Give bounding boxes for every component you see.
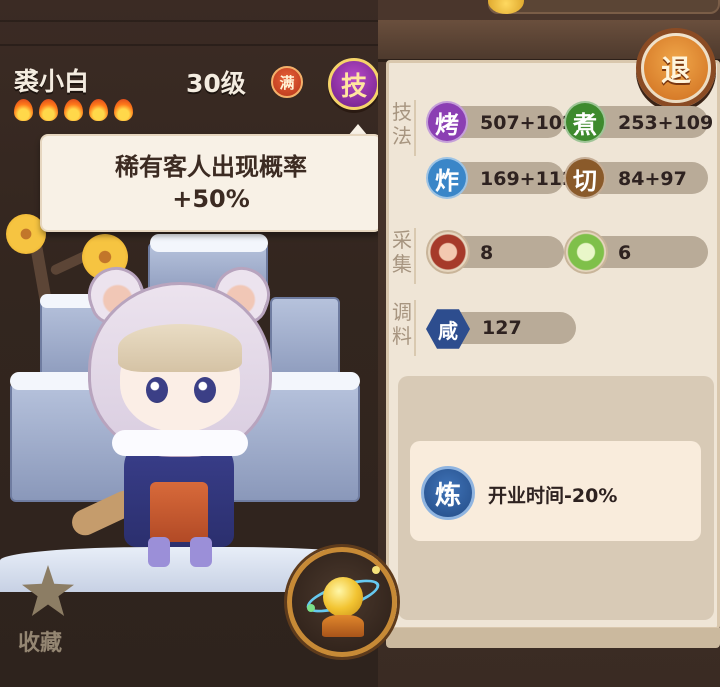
character-hair bbox=[118, 324, 242, 372]
wood-divider bbox=[0, 44, 385, 46]
exit-button[interactable]: 退 bbox=[636, 28, 716, 108]
flame-icon bbox=[64, 99, 83, 121]
section-label-text: 技 法 bbox=[392, 100, 412, 148]
character-level: 30级 bbox=[186, 69, 246, 98]
item-base-icon bbox=[322, 615, 364, 637]
flame-icon bbox=[39, 99, 58, 121]
item-orb-icon bbox=[323, 577, 363, 617]
character-figure[interactable] bbox=[0, 232, 385, 592]
cut-skill-value: 84+97 bbox=[618, 168, 687, 190]
ability-description: 开业时间-20% bbox=[488, 485, 618, 507]
meat-value: 8 bbox=[480, 242, 494, 264]
max-level-badge: 满 bbox=[271, 66, 303, 98]
rarity-flames bbox=[14, 99, 133, 121]
cut-skill-icon: 切 bbox=[564, 157, 606, 199]
wood-divider bbox=[0, 20, 385, 22]
character-leg bbox=[190, 537, 212, 567]
character-eye bbox=[194, 377, 216, 403]
skill-tooltip: 稀有客人出现概率 +50% bbox=[40, 134, 382, 232]
flame-icon bbox=[114, 99, 133, 121]
tooltip-line: +50% bbox=[172, 185, 250, 213]
fry-skill-value: 169+112 bbox=[480, 168, 576, 190]
section-label-gather: 采 集 bbox=[390, 228, 416, 284]
boil-skill-icon: 煮 bbox=[564, 101, 606, 143]
tooltip-line: 稀有客人出现概率 bbox=[115, 153, 307, 181]
collect-label[interactable]: 收藏 bbox=[18, 625, 62, 657]
grill-skill-icon: 烤 bbox=[426, 101, 468, 143]
fry-skill-icon: 炸 bbox=[426, 157, 468, 199]
section-label-text: 调 料 bbox=[392, 300, 412, 348]
refine-ability-icon: 炼 bbox=[421, 466, 475, 520]
skill-button[interactable]: 技 bbox=[328, 58, 380, 110]
section-label-skills: 技 法 bbox=[390, 100, 416, 156]
character-eye bbox=[146, 377, 168, 403]
exit-button-label: 退 bbox=[644, 36, 708, 100]
section-label-text: 采 集 bbox=[392, 228, 412, 276]
section-label-seasoning: 调 料 bbox=[390, 300, 416, 356]
meat-icon bbox=[426, 230, 470, 274]
character-apron bbox=[150, 482, 208, 542]
character-leg bbox=[148, 537, 170, 567]
salty-seasoning-value: 127 bbox=[482, 317, 522, 339]
cabbage-value: 6 bbox=[618, 242, 632, 264]
sparkle-icon bbox=[307, 604, 315, 612]
flame-icon bbox=[14, 99, 33, 121]
flame-icon bbox=[89, 99, 108, 121]
character-fur-collar bbox=[112, 430, 248, 456]
grill-skill-value: 507+102 bbox=[480, 112, 576, 134]
paper-edge bbox=[386, 628, 720, 648]
sparkle-icon bbox=[372, 566, 380, 574]
cabbage-icon bbox=[564, 230, 608, 274]
character-name: 裘小白 bbox=[14, 67, 90, 96]
boil-skill-value: 253+109 bbox=[618, 112, 714, 134]
